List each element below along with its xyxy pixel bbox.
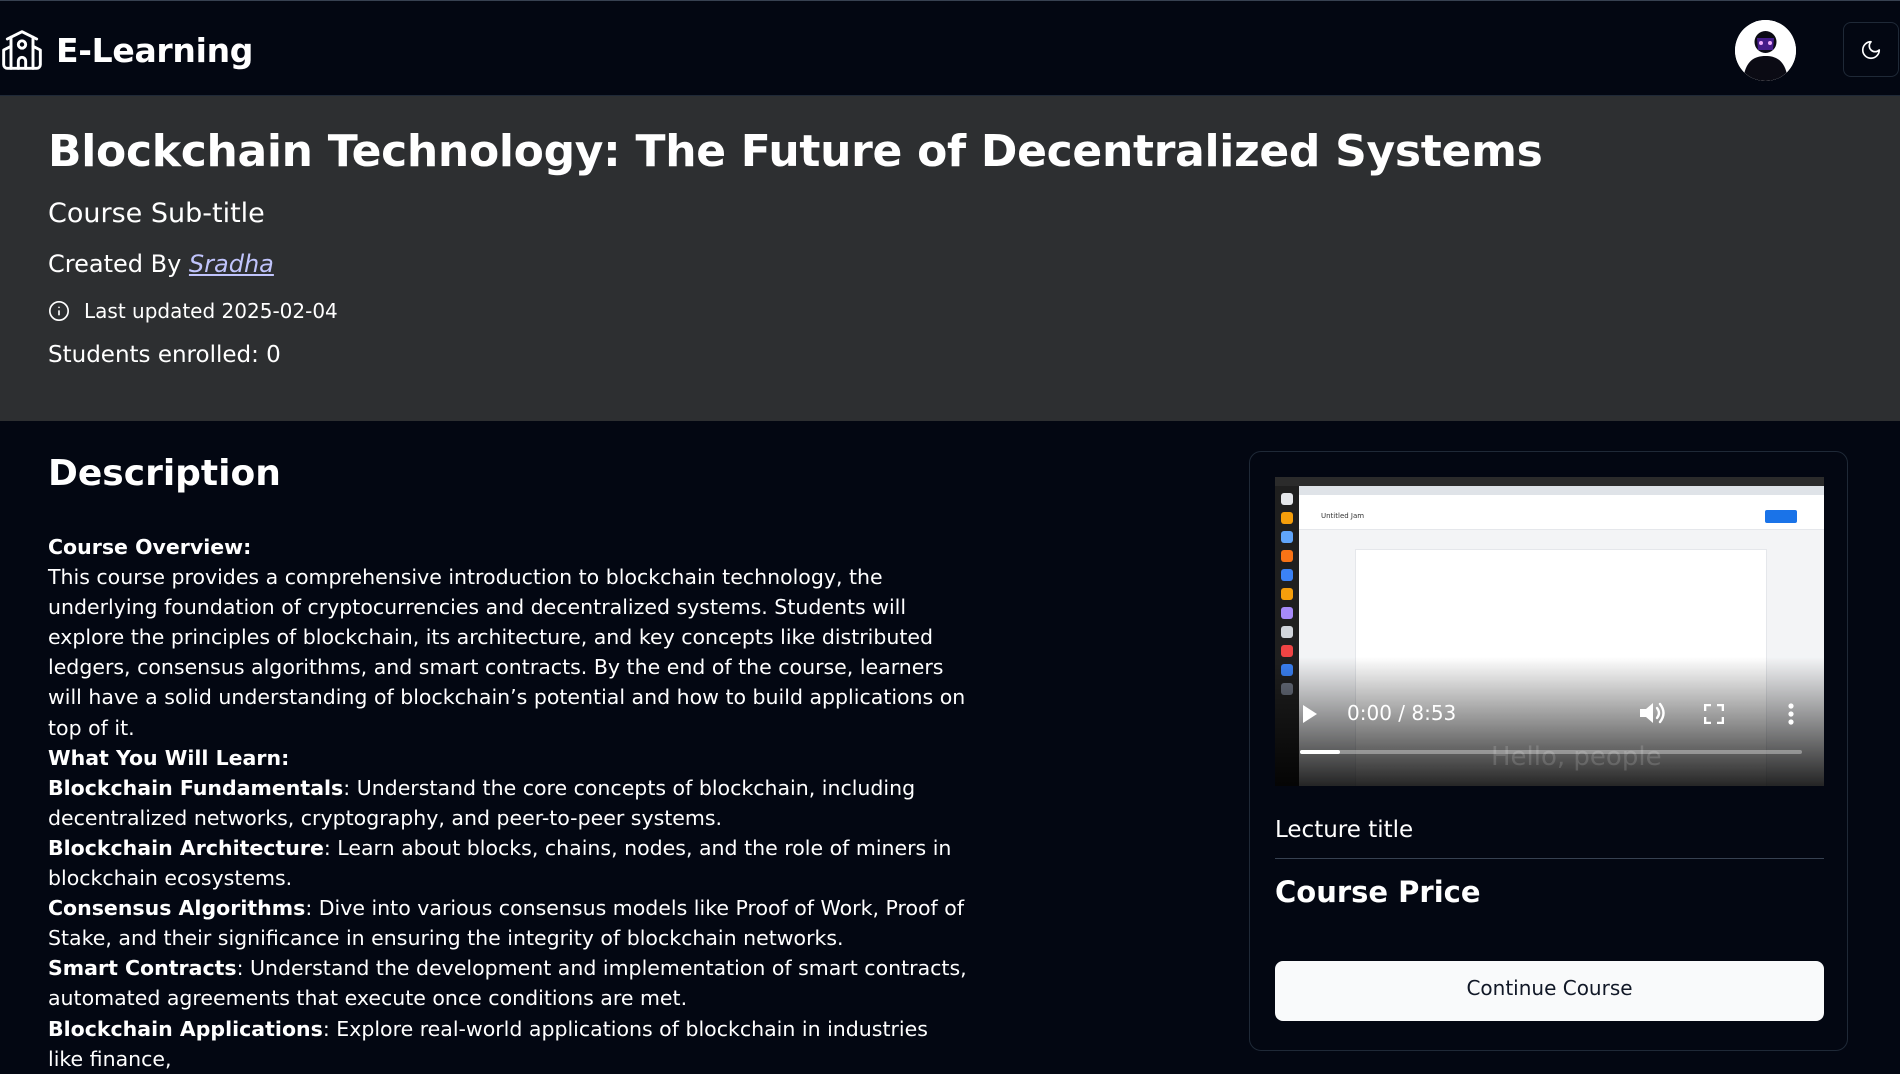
course-card: Untitled Jam Hello, people 0:00 / 8:53 L… (1249, 451, 1848, 1051)
created-by-label: Created By (48, 250, 182, 278)
students-enrolled: Students enrolled: 0 (48, 342, 281, 368)
course-price: Course Price (1275, 875, 1481, 909)
video-time: 0:00 / 8:53 (1347, 701, 1457, 725)
fullscreen-icon[interactable] (1704, 704, 1724, 724)
last-updated-text: Last updated 2025-02-04 (84, 299, 338, 323)
learn-item: Smart Contracts: Understand the developm… (48, 953, 968, 1013)
card-divider (1275, 858, 1824, 859)
author-link[interactable]: Sradha (189, 250, 274, 278)
created-by: Created By Sradha (48, 250, 274, 278)
avatar[interactable] (1735, 20, 1796, 81)
video-caption: Hello, people (1491, 742, 1662, 772)
video-frame-app-title: Untitled Jam (1321, 512, 1365, 520)
lecture-title: Lecture title (1275, 817, 1414, 843)
learn-item: Blockchain Applications: Explore real-wo… (48, 1014, 968, 1074)
video-progress-bar[interactable] (1300, 750, 1802, 754)
moon-icon (1861, 40, 1881, 59)
info-icon (49, 301, 69, 321)
learn-item-term: Smart Contracts (48, 956, 237, 981)
learn-item: Consensus Algorithms: Dive into various … (48, 893, 968, 953)
video-frame-tabs (1299, 486, 1824, 495)
last-updated: Last updated 2025-02-04 (48, 299, 338, 323)
school-icon (2, 30, 42, 70)
video-frame-appbar: Untitled Jam (1299, 505, 1824, 530)
video-frame-share (1765, 510, 1797, 523)
learn-label: What You Will Learn: (48, 745, 290, 770)
learn-item: Blockchain Fundamentals: Understand the … (48, 773, 968, 833)
continue-course-button[interactable]: Continue Course (1275, 961, 1824, 1021)
avatar-image (1735, 20, 1796, 81)
navbar: E-Learning (0, 0, 1900, 96)
video-player[interactable]: Untitled Jam Hello, people 0:00 / 8:53 (1275, 477, 1824, 786)
brand-name: E-Learning (56, 30, 254, 70)
description-heading: Description (48, 453, 281, 494)
learn-item-term: Blockchain Fundamentals (48, 775, 344, 800)
overview-label: Course Overview: (48, 535, 252, 559)
description-body: Course Overview: This course provides a … (48, 532, 968, 1074)
volume-icon[interactable] (1638, 701, 1666, 725)
theme-toggle-button[interactable] (1843, 22, 1899, 77)
course-subtitle: Course Sub-title (48, 198, 265, 229)
video-frame-topbar (1275, 477, 1824, 486)
brand[interactable]: E-Learning (0, 28, 253, 72)
learn-item: Blockchain Architecture: Learn about blo… (48, 833, 968, 893)
learn-item-term: Blockchain Architecture (48, 835, 324, 860)
course-hero: Blockchain Technology: The Future of Dec… (0, 96, 1900, 421)
play-icon[interactable] (1303, 705, 1317, 723)
course-title: Blockchain Technology: The Future of Dec… (48, 126, 1543, 177)
more-options-icon[interactable] (1788, 703, 1794, 725)
learn-item-term: Blockchain Applications (48, 1016, 323, 1041)
video-progress-fill (1300, 750, 1341, 754)
overview-text: This course provides a comprehensive int… (48, 565, 966, 740)
learn-item-term: Consensus Algorithms (48, 896, 306, 921)
